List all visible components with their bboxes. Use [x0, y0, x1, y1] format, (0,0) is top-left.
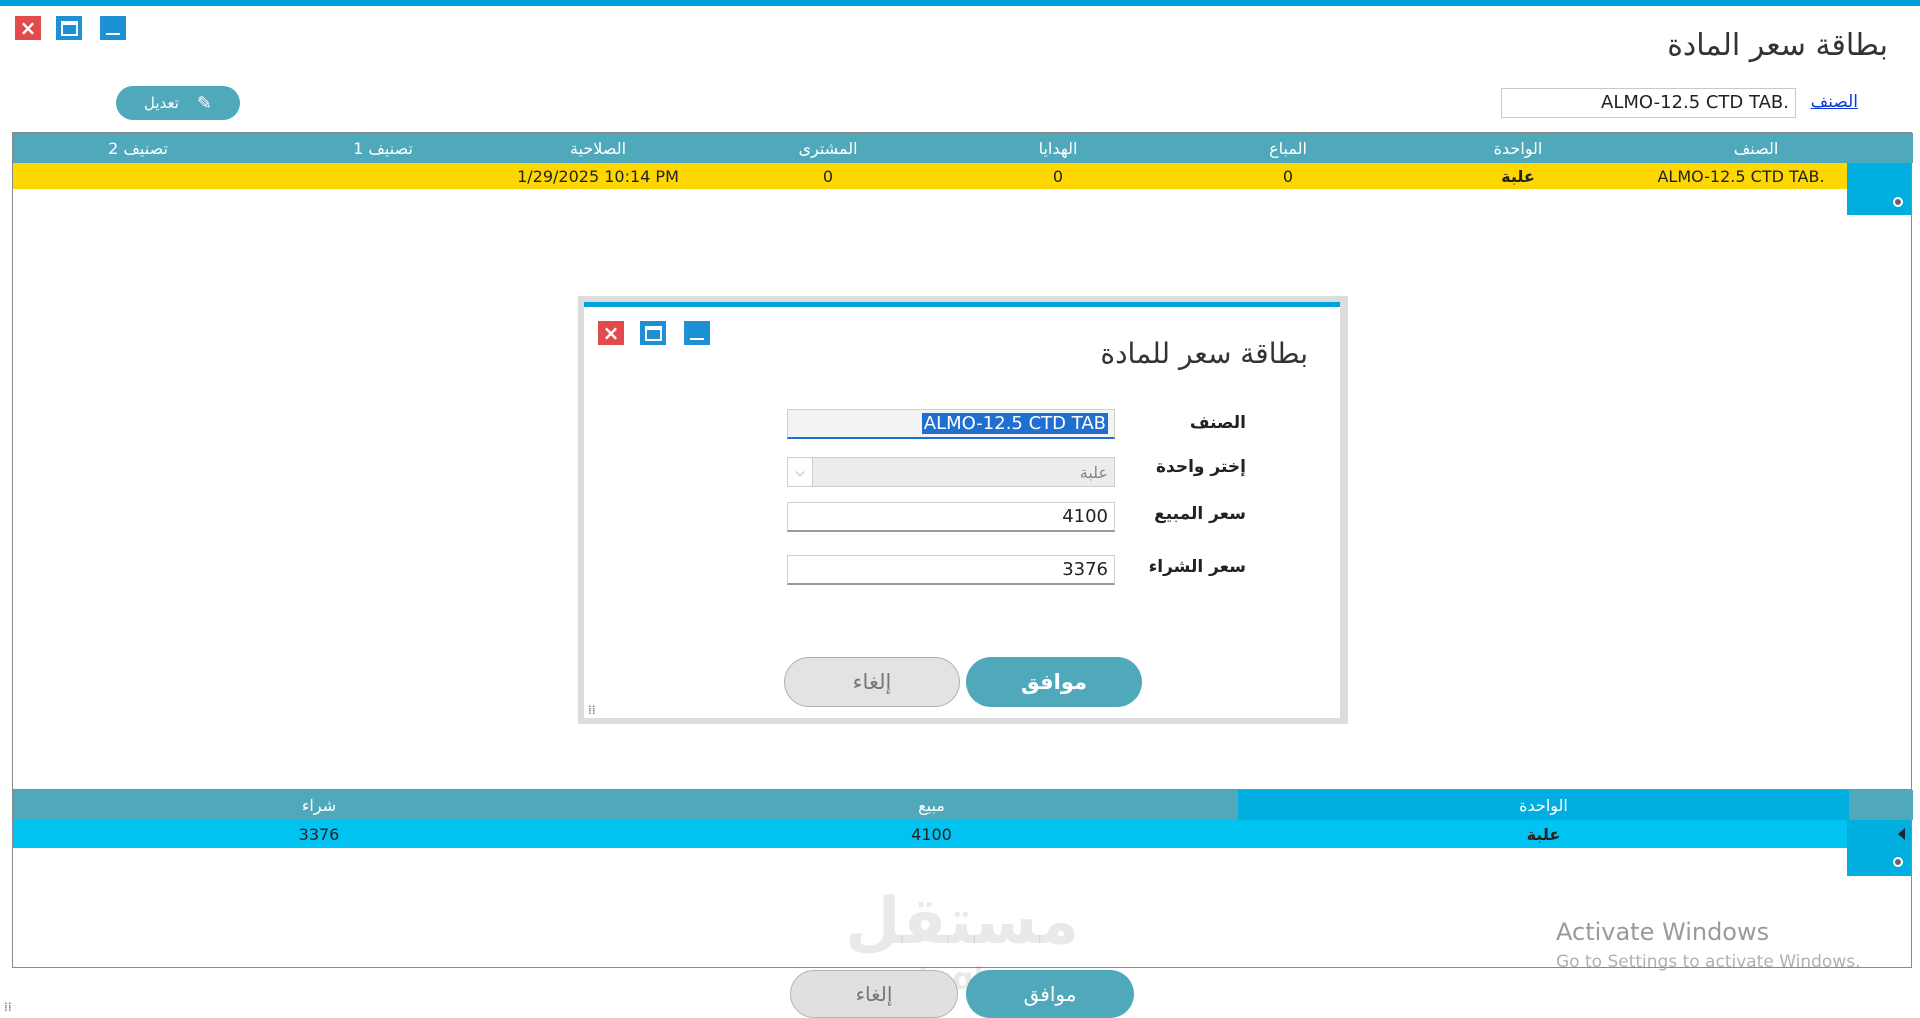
price-card-dialog: × بطاقة سعر للمادة الصنف ALMO-12.5 CTD T…: [584, 302, 1340, 718]
cell-class2: [13, 163, 263, 189]
items-grid-corner: [1849, 133, 1913, 163]
close-icon[interactable]: ×: [598, 321, 624, 345]
col-header-sale[interactable]: مبيع: [625, 790, 1238, 820]
col-header-unit[interactable]: الواحدة: [1238, 790, 1849, 820]
cell-unit: علبة: [1526, 824, 1561, 844]
minimize-icon[interactable]: [684, 321, 710, 345]
close-icon[interactable]: ×: [15, 16, 41, 40]
ok-button[interactable]: موافق: [966, 970, 1134, 1018]
unit-label: إختر واحدة: [1155, 457, 1246, 477]
col-header-gifts[interactable]: الهدايا: [943, 133, 1173, 163]
new-row-selector[interactable]: [1847, 848, 1911, 876]
cell-purchase: 3376: [298, 824, 340, 844]
new-row-selector[interactable]: [1847, 189, 1911, 215]
item-search-link[interactable]: الصنف: [1811, 92, 1858, 112]
item-search-input[interactable]: ALMO-12.5 CTD TAB.: [1501, 88, 1796, 118]
table-row[interactable]: ALMO-12.5 CTD TAB. علبة 0 0 0 1/29/2025 …: [13, 163, 1849, 189]
resize-grip[interactable]: ⁞⁞: [4, 1000, 12, 1014]
cell-purchased: 0: [822, 166, 834, 186]
edit-button[interactable]: ✎ تعديل: [116, 86, 240, 120]
col-header-purchased[interactable]: المشترى: [713, 133, 943, 163]
chevron-down-icon[interactable]: ⌵: [788, 458, 813, 486]
window-accent-bar: [0, 0, 1920, 6]
dialog-title: بطاقة سعر للمادة: [1100, 337, 1308, 370]
unit-select-value: علبة: [1079, 462, 1108, 482]
maximize-icon[interactable]: [56, 16, 82, 40]
col-header-expiry[interactable]: الصلاحية: [483, 133, 713, 163]
cell-sale: 4100: [911, 824, 952, 844]
units-grid-header: الواحدة مبيع شراء: [13, 790, 1913, 820]
col-header-unit[interactable]: الواحدة: [1403, 133, 1633, 163]
edit-button-label: تعديل: [144, 94, 179, 112]
product-field-value: ALMO-12.5 CTD TAB: [921, 413, 1108, 434]
dialog-ok-button[interactable]: موافق: [966, 657, 1142, 707]
table-row[interactable]: علبة 4100 3376: [13, 820, 1849, 848]
brand-watermark: مستقل: [845, 885, 1080, 959]
row-selector[interactable]: [1847, 163, 1911, 189]
pencil-icon: ✎: [196, 92, 212, 114]
sale-price-field[interactable]: 4100: [787, 502, 1115, 532]
sale-price-label: سعر المبيع: [1154, 504, 1246, 524]
cell-sold: 0: [1282, 166, 1294, 186]
items-grid-header: الصنف الواحدة المباع الهدايا المشترى الص…: [13, 133, 1913, 163]
product-field[interactable]: ALMO-12.5 CTD TAB: [787, 409, 1115, 439]
cancel-button[interactable]: إلغاء: [790, 970, 958, 1018]
cell-expiry: 1/29/2025 10:14 PM: [517, 166, 679, 186]
minimize-icon[interactable]: [100, 16, 126, 40]
cell-item: ALMO-12.5 CTD TAB.: [1657, 166, 1825, 186]
cell-class1: [263, 163, 503, 189]
col-header-class1[interactable]: تصنيف 1: [263, 133, 503, 163]
activate-windows-subtitle: Go to Settings to activate Windows.: [1556, 952, 1861, 972]
purchase-price-field[interactable]: 3376: [787, 555, 1115, 585]
col-header-sold[interactable]: المباع: [1173, 133, 1403, 163]
row-selector[interactable]: [1847, 820, 1911, 848]
col-header-item[interactable]: الصنف: [1633, 133, 1879, 163]
activate-windows-title: Activate Windows: [1556, 918, 1770, 946]
resize-grip[interactable]: ⁞⁞: [588, 703, 596, 717]
page-title: بطاقة سعر المادة: [1667, 28, 1888, 63]
col-header-purchase[interactable]: شراء: [13, 790, 625, 820]
cell-unit: علبة: [1501, 166, 1535, 186]
cell-gifts: 0: [1052, 166, 1064, 186]
product-label: الصنف: [1189, 413, 1246, 433]
maximize-icon[interactable]: [640, 321, 666, 345]
col-header-class2[interactable]: تصنيف 2: [13, 133, 263, 163]
dialog-cancel-button[interactable]: إلغاء: [784, 657, 960, 707]
purchase-price-label: سعر الشراء: [1148, 557, 1246, 577]
unit-select[interactable]: ⌵ علبة: [787, 457, 1115, 487]
